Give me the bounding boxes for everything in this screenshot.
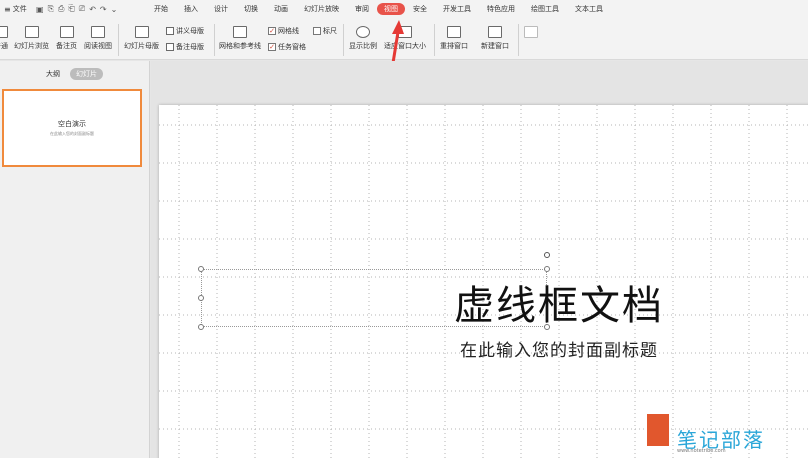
arrange-window-icon xyxy=(447,26,461,38)
resize-handle[interactable] xyxy=(544,266,550,272)
notes-page-button[interactable]: 备注页 xyxy=(56,26,77,51)
tab-features[interactable]: 特色应用 xyxy=(479,4,523,14)
slide-sorter-icon xyxy=(24,26,39,38)
slide-sorter-label: 幻灯片浏览 xyxy=(14,42,49,50)
tab-outline[interactable]: 大纲 xyxy=(46,69,60,79)
arrange-window-button[interactable]: 重排窗口 xyxy=(440,26,468,51)
notes-page-icon xyxy=(59,26,74,38)
checkmark-icon: ✓ xyxy=(268,43,276,51)
file-menu-label: 文件 xyxy=(12,5,27,13)
more-icon xyxy=(524,26,538,38)
tab-slideshow[interactable]: 幻灯片放映 xyxy=(296,4,347,14)
slide[interactable]: 虚线框文档 在此输入您的封面副标题 xyxy=(159,105,808,458)
print-preview-icon[interactable]: ⎗ xyxy=(68,4,74,14)
slide-master-button[interactable]: 幻灯片母版 xyxy=(124,26,159,51)
tab-security[interactable]: 安全 xyxy=(405,4,435,14)
checkbox-box xyxy=(313,27,321,35)
zoom-button[interactable]: 显示比例 xyxy=(349,26,377,51)
menu-icon: ≡ xyxy=(4,4,11,14)
watermark-url: www.notetribe.com xyxy=(677,448,726,454)
tab-start[interactable]: 开始 xyxy=(146,4,176,14)
resize-handle[interactable] xyxy=(198,324,204,330)
notes-page-label: 备注页 xyxy=(56,42,77,50)
tab-view[interactable]: 视图 xyxy=(377,3,405,15)
tab-animation[interactable]: 动画 xyxy=(266,4,296,14)
checkmark-icon: ✓ xyxy=(268,27,276,35)
ribbon-divider xyxy=(434,24,435,56)
tab-design[interactable]: 设计 xyxy=(206,4,236,14)
slide-panel: 大纲 幻灯片 空白演示 在此输入您的封面副标题 xyxy=(0,61,150,458)
grid-guides-label: 网格和参考线 xyxy=(219,42,261,50)
ribbon-divider xyxy=(118,24,119,56)
tab-text-tools[interactable]: 文本工具 xyxy=(567,4,611,14)
gridlines-checkbox[interactable]: ✓ 网格线 xyxy=(268,26,299,36)
print-icon[interactable]: ⎙ xyxy=(58,4,64,14)
normal-view-icon xyxy=(0,26,8,38)
taskbar-checkbox[interactable]: ✓ 任务窗格 xyxy=(268,42,306,52)
taskbar-label: 任务窗格 xyxy=(278,43,306,51)
gridlines-label: 网格线 xyxy=(278,27,299,35)
handout-master-button[interactable]: 讲义母版 xyxy=(166,26,204,36)
reading-view-label: 阅读视图 xyxy=(84,42,112,50)
slide-title[interactable]: 虚线框文档 xyxy=(359,273,759,331)
menu-bar: ≡ 文件 ▣ ⎘ ⎙ ⎗ ⎚ ↶ ↷ ⌄ 开始 插入 设计 切换 动画 幻灯片放… xyxy=(0,0,808,18)
book-icon xyxy=(91,26,105,38)
slide-subtitle[interactable]: 在此输入您的封面副标题 xyxy=(359,336,759,361)
grid-guides-button[interactable]: 网格和参考线 xyxy=(219,26,261,51)
resize-handle[interactable] xyxy=(198,266,204,272)
zoom-label: 显示比例 xyxy=(349,42,377,50)
tab-slides[interactable]: 幻灯片 xyxy=(70,68,103,80)
new-window-label: 新建窗口 xyxy=(481,42,509,50)
rotate-handle-icon[interactable] xyxy=(544,252,550,258)
redo-icon[interactable]: ↷ xyxy=(100,5,107,14)
notes-master-icon xyxy=(166,43,174,51)
export-icon[interactable]: ⎘ xyxy=(48,4,54,14)
save-icon[interactable]: ▣ xyxy=(36,5,44,14)
thumbnail-title: 空白演示 xyxy=(58,120,86,128)
grid-icon xyxy=(233,26,247,38)
new-window-icon xyxy=(488,26,502,38)
ribbon-tabs: 开始 插入 设计 切换 动画 幻灯片放映 审阅 视图 安全 开发工具 特色应用 … xyxy=(146,3,611,15)
reading-view-button[interactable]: 阅读视图 xyxy=(84,26,112,51)
ruler-label: 标尺 xyxy=(323,27,337,35)
ribbon-divider xyxy=(214,24,215,56)
slide-canvas: 虚线框文档 在此输入您的封面副标题 xyxy=(151,61,808,458)
ribbon-divider xyxy=(343,24,344,56)
watermark: 笔记部落 www.notetribe.com xyxy=(647,410,808,458)
slide-thumbnail[interactable]: 空白演示 在此输入您的封面副标题 xyxy=(2,89,142,167)
resize-handle[interactable] xyxy=(198,295,204,301)
notes-master-button[interactable]: 备注母版 xyxy=(166,42,204,52)
panel-tabs: 大纲 幻灯片 xyxy=(0,61,149,87)
file-menu[interactable]: ≡ 文件 xyxy=(0,4,36,14)
tab-transition[interactable]: 切换 xyxy=(236,4,266,14)
tab-insert[interactable]: 插入 xyxy=(176,4,206,14)
notes-master-label: 备注母版 xyxy=(176,43,204,51)
app-window: ≡ 文件 ▣ ⎘ ⎙ ⎗ ⎚ ↶ ↷ ⌄ 开始 插入 设计 切换 动画 幻灯片放… xyxy=(0,0,808,458)
normal-view-button[interactable]: 普通 xyxy=(0,26,8,51)
chevron-down-icon[interactable]: ⌄ xyxy=(111,5,118,14)
quick-access-toolbar: ▣ ⎘ ⎙ ⎗ ⎚ ↶ ↷ ⌄ xyxy=(36,4,146,14)
undo-icon[interactable]: ↶ xyxy=(89,5,96,14)
normal-view-label: 普通 xyxy=(0,42,8,50)
watermark-logo-icon xyxy=(647,414,669,446)
more-button[interactable] xyxy=(524,26,538,41)
slide-master-icon xyxy=(134,26,149,38)
ruler-checkbox[interactable]: 标尺 xyxy=(313,26,337,36)
tab-review[interactable]: 审阅 xyxy=(347,4,377,14)
tab-developer[interactable]: 开发工具 xyxy=(435,4,479,14)
handout-master-icon xyxy=(166,27,174,35)
pdf-icon[interactable]: ⎚ xyxy=(79,4,85,14)
slide-sorter-button[interactable]: 幻灯片浏览 xyxy=(14,26,49,51)
handout-master-label: 讲义母版 xyxy=(176,27,204,35)
new-window-button[interactable]: 新建窗口 xyxy=(481,26,509,51)
thumbnail-subtitle: 在此输入您的封面副标题 xyxy=(50,131,94,136)
slide-master-label: 幻灯片母版 xyxy=(124,42,159,50)
tab-drawing-tools[interactable]: 绘图工具 xyxy=(523,4,567,14)
ribbon-divider xyxy=(518,24,519,56)
magnifier-icon xyxy=(356,26,370,38)
arrange-window-label: 重排窗口 xyxy=(440,42,468,50)
